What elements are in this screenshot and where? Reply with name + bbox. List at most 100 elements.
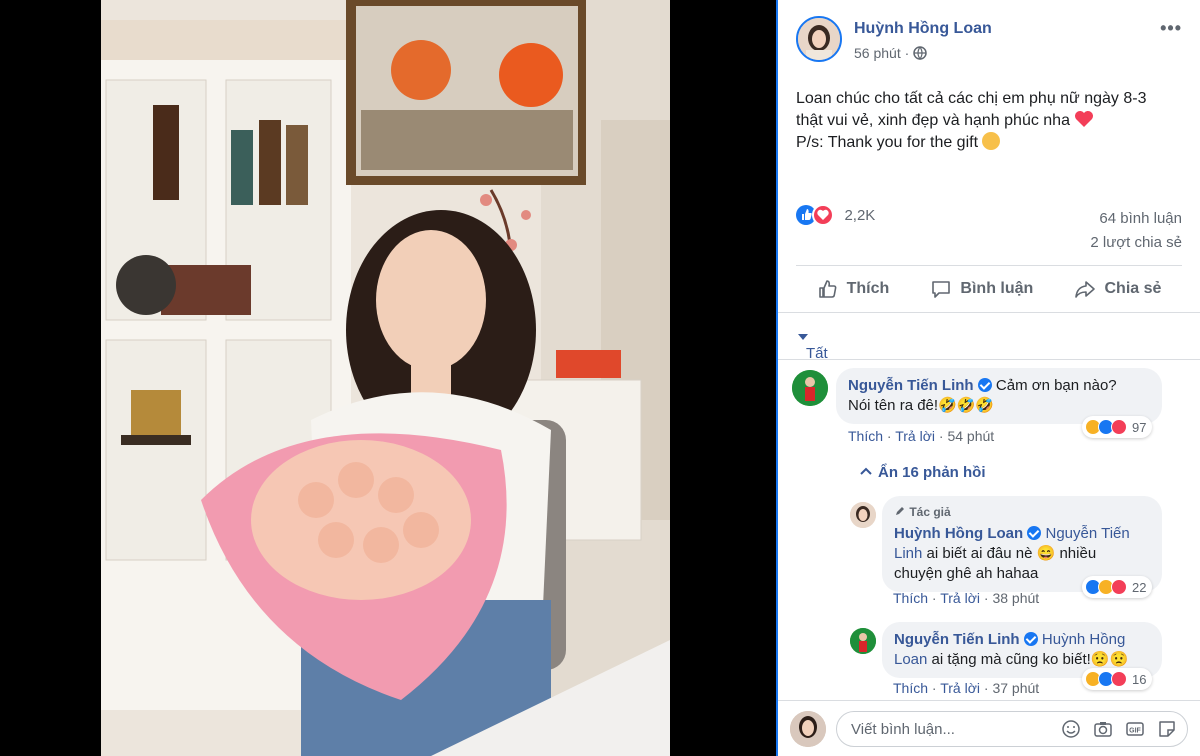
reply-line-2: Loan ai tặng mà cũng ko biết!😟😟: [894, 650, 1150, 670]
mention-cont[interactable]: Linh: [894, 545, 922, 562]
post-text: Loan chúc cho tất cả các chị em phụ nữ n…: [796, 88, 1186, 154]
reply-like-link[interactable]: Thích: [893, 680, 928, 696]
chevron-down-icon: [798, 334, 808, 340]
camera-icon[interactable]: [1093, 719, 1113, 739]
pencil-icon: [896, 507, 904, 515]
comment-like-link[interactable]: Thích: [848, 428, 883, 444]
post-line-3-text: P/s: Thank you for the gift: [796, 134, 979, 151]
avatar-image: [850, 628, 876, 654]
comment-time[interactable]: 54 phút: [947, 428, 994, 444]
reply-reactions[interactable]: 16: [1082, 668, 1153, 690]
share-icon: [1075, 281, 1096, 298]
love-reaction-icon: [1111, 579, 1127, 595]
reaction-summary[interactable]: 2,2K: [796, 204, 875, 228]
hide-replies-button[interactable]: Ẩn 16 phản hồi: [860, 464, 986, 481]
share-label: Chia sẻ: [1104, 280, 1162, 297]
comment-input-placeholder: Viết bình luận...: [851, 721, 955, 738]
photo-viewer: [0, 0, 776, 756]
like-button[interactable]: Thích: [817, 278, 890, 300]
avatar-image: [850, 502, 876, 528]
love-reaction-icon: [1111, 671, 1127, 687]
comment-sort-bar: Tất cả bình luận: [778, 312, 1200, 413]
reply-like-link[interactable]: Thích: [893, 590, 928, 606]
post-line-1: Loan chúc cho tất cả các chị em phụ nữ n…: [796, 88, 1186, 110]
reply-actions: Thích · Trả lời · 38 phút: [893, 590, 1040, 606]
shares-count[interactable]: 2 lượt chia sẻ: [1090, 231, 1182, 255]
reaction-count: 2,2K: [844, 206, 876, 224]
comments-count[interactable]: 64 bình luận: [1090, 207, 1182, 231]
mention[interactable]: Huỳnh Hồng: [1042, 631, 1125, 648]
post-line-2-text: thật vui vẻ, xinh đẹp và hạnh phúc nha: [796, 112, 1070, 129]
comment-input[interactable]: Viết bình luận... GIF: [836, 711, 1188, 747]
reply-line-1: Nguyễn Tiến Linh Huỳnh Hồng: [894, 630, 1150, 650]
mention[interactable]: Nguyễn Tiến: [1046, 525, 1130, 542]
globe-icon: [913, 46, 927, 61]
comment-author[interactable]: Nguyễn Tiến Linh: [848, 377, 974, 394]
reply-reaction-count: 16: [1132, 671, 1147, 687]
reply-reply-link[interactable]: Trả lời: [940, 590, 980, 606]
comment-reaction-count: 97: [1132, 419, 1147, 435]
comment-actions: Thích · Trả lời · 54 phút: [848, 428, 995, 444]
love-reaction-icon: [1111, 419, 1127, 435]
reply-author[interactable]: Huỳnh Hồng Loan: [894, 525, 1023, 542]
verified-icon: [1027, 526, 1042, 540]
post-line-3: P/s: Thank you for the gift: [796, 132, 1186, 154]
reply-reactions[interactable]: 22: [1082, 576, 1153, 598]
avatar-image: [792, 370, 828, 406]
post-meta: 56 phút ·: [854, 45, 927, 61]
mention-cont[interactable]: Loan: [894, 651, 927, 668]
hide-replies-label: Ẩn 16 phản hồi: [878, 464, 986, 481]
emoji-icon[interactable]: [1061, 719, 1081, 739]
author-badge: Tác giả: [894, 502, 1150, 522]
reply-reaction-count: 22: [1132, 579, 1147, 595]
reply-text-2: ai tặng mà cũng ko biết!😟😟: [927, 651, 1129, 668]
commenter-avatar[interactable]: [792, 370, 828, 406]
comment-composer: Viết bình luận... GIF: [778, 700, 1200, 756]
reply-avatar[interactable]: [850, 502, 876, 528]
verified-icon: [977, 378, 992, 392]
share-button[interactable]: Chia sẻ: [1074, 278, 1161, 300]
author-badge-label: Tác giả: [909, 505, 951, 519]
comment-label: Bình luận: [960, 280, 1034, 297]
comment-text-1: Cảm ơn bạn nào?: [995, 377, 1117, 394]
verified-icon: [1023, 632, 1038, 646]
post-side-panel: Huỳnh Hồng Loan 56 phút · ••• Loan chúc …: [776, 0, 1200, 756]
reply-reply-link[interactable]: Trả lời: [940, 680, 980, 696]
reply-avatar[interactable]: [850, 628, 876, 654]
post-stats: 64 bình luận 2 lượt chia sẻ: [1090, 207, 1182, 255]
comment-text-2: Nói tên ra đê!🤣🤣🤣: [848, 397, 995, 414]
comment-sort-dropdown[interactable]: Tất cả bình luận: [792, 329, 835, 413]
reply-author[interactable]: Nguyễn Tiến Linh: [894, 631, 1020, 648]
more-icon: •••: [1160, 18, 1182, 38]
heart-emoji: [1075, 111, 1094, 127]
reply-line-2: Linh ai biết ai đâu nè 😄 nhiều: [894, 544, 1150, 564]
reply-line-1: Huỳnh Hồng Loan Nguyễn Tiến: [894, 524, 1150, 544]
reply-actions: Thích · Trả lời · 37 phút: [893, 680, 1040, 696]
post-time[interactable]: 56 phút: [854, 45, 901, 61]
comment-reply-link[interactable]: Trả lời: [895, 428, 935, 444]
post-header: Huỳnh Hồng Loan 56 phút · •••: [796, 16, 1186, 66]
comment-button[interactable]: Bình luận: [930, 278, 1033, 300]
composer-tools: GIF: [1061, 719, 1177, 739]
post-photo[interactable]: [101, 0, 670, 756]
current-user-avatar[interactable]: [790, 711, 826, 747]
smile-emoji: [982, 132, 1001, 150]
like-label: Thích: [846, 280, 890, 297]
comment-line-1: Nguyễn Tiến Linh Cảm ơn bạn nào?: [848, 376, 1150, 396]
avatar-image: [798, 18, 840, 60]
more-options-button[interactable]: •••: [1160, 18, 1182, 39]
photo-illustration: [101, 0, 670, 756]
dot-separator: ·: [904, 45, 914, 61]
author-avatar[interactable]: [796, 16, 842, 62]
chevron-up-icon: [860, 467, 872, 475]
sticker-icon[interactable]: [1157, 719, 1177, 739]
gif-icon[interactable]: GIF: [1125, 719, 1145, 739]
reply-time[interactable]: 37 phút: [992, 680, 1039, 696]
comment-reactions[interactable]: 97: [1082, 416, 1153, 438]
like-icon: [818, 280, 836, 298]
love-reaction-icon: [812, 204, 834, 226]
post-line-1-text: Loan chúc cho tất cả các chị em phụ nữ n…: [796, 90, 1147, 107]
reply-text-2: ai biết ai đâu nè 😄 nhiều: [922, 545, 1097, 562]
reply-time[interactable]: 38 phút: [992, 590, 1039, 606]
author-name[interactable]: Huỳnh Hồng Loan: [854, 20, 992, 38]
